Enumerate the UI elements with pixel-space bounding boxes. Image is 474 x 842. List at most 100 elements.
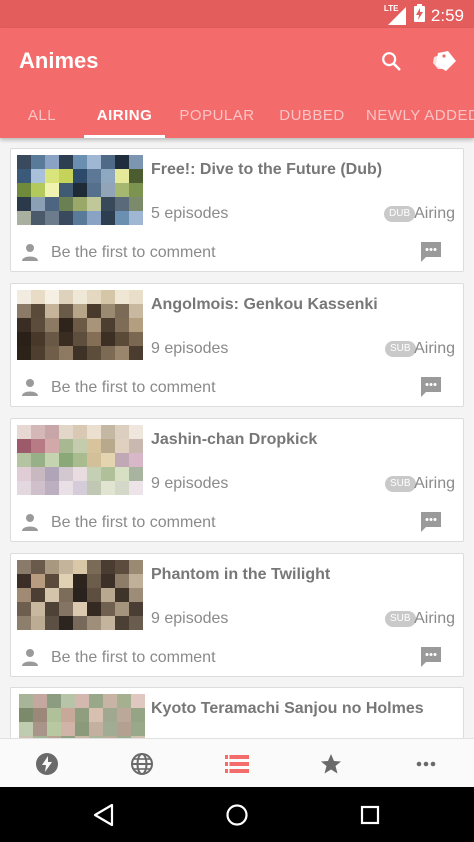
anime-thumbnail	[17, 290, 143, 360]
status-label: Airing	[414, 475, 455, 492]
tab-all[interactable]: ALL	[20, 98, 64, 138]
thumbnail-pixel	[89, 694, 103, 708]
thumbnail-pixel	[87, 211, 101, 225]
thumbnail-pixel	[73, 346, 87, 360]
thumbnail-pixel	[103, 694, 117, 708]
nav-list[interactable]	[224, 751, 250, 777]
search-button[interactable]	[376, 46, 406, 76]
thumbnail-pixel	[115, 453, 129, 467]
thumbnail-pixel	[45, 425, 59, 439]
thumbnail-pixel	[75, 722, 89, 736]
thumbnail-pixel	[45, 211, 59, 225]
thumbnail-pixel	[129, 602, 143, 616]
thumbnail-pixel	[73, 602, 87, 616]
thumbnail-pixel	[73, 588, 87, 602]
anime-title[interactable]: Phantom in the Twilight	[151, 566, 330, 584]
comment-prompt[interactable]: Be the first to comment	[51, 379, 216, 397]
thumbnail-pixel	[87, 318, 101, 332]
back-icon[interactable]	[90, 801, 118, 829]
nav-lightning[interactable]	[34, 751, 60, 777]
thumbnail-pixel	[31, 616, 45, 630]
thumbnail-pixel	[33, 694, 47, 708]
thumbnail-pixel	[75, 708, 89, 722]
recents-icon[interactable]	[356, 801, 384, 829]
thumbnail-pixel	[59, 560, 73, 574]
thumbnail-pixel	[115, 183, 129, 197]
anime-title[interactable]: Free!: Dive to the Future (Dub)	[151, 161, 382, 179]
thumbnail-pixel	[101, 467, 115, 481]
comment-icon[interactable]	[419, 375, 443, 399]
thumbnail-pixel	[129, 183, 143, 197]
list-icon	[225, 755, 249, 773]
nav-more[interactable]	[413, 751, 439, 777]
tab-dubbed[interactable]: DUBBED	[276, 98, 348, 138]
home-icon[interactable]	[223, 801, 251, 829]
thumbnail-pixel	[31, 560, 45, 574]
tab-airing[interactable]: AIRING	[84, 98, 165, 138]
tags-icon	[433, 51, 456, 71]
tags-button[interactable]	[430, 46, 460, 76]
nav-globe[interactable]	[129, 751, 155, 777]
thumbnail-pixel	[101, 616, 115, 630]
thumbnail-pixel	[61, 722, 75, 736]
thumbnail-pixel	[47, 708, 61, 722]
person-icon	[22, 649, 38, 666]
thumbnail-pixel	[73, 169, 87, 183]
thumbnail-pixel	[45, 574, 59, 588]
thumbnail-pixel	[31, 332, 45, 346]
tab-popular[interactable]: POPULAR	[176, 98, 258, 138]
comment-icon[interactable]	[419, 645, 443, 669]
thumbnail-pixel	[31, 588, 45, 602]
thumbnail-pixel	[17, 155, 31, 169]
thumbnail-pixel	[129, 481, 143, 495]
thumbnail-pixel	[129, 574, 143, 588]
search-icon	[382, 52, 401, 71]
anime-card[interactable]: Jashin-chan Dropkick 9 episodes SUB Airi…	[10, 418, 464, 542]
thumbnail-pixel	[59, 290, 73, 304]
thumbnail-pixel	[73, 211, 87, 225]
anime-card[interactable]: Phantom in the Twilight 9 episodes SUB A…	[10, 553, 464, 677]
thumbnail-pixel	[87, 453, 101, 467]
thumbnail-pixel	[73, 574, 87, 588]
comment-icon[interactable]	[419, 240, 443, 264]
comment-icon[interactable]	[419, 510, 443, 534]
thumbnail-pixel	[31, 453, 45, 467]
thumbnail-pixel	[59, 602, 73, 616]
thumbnail-pixel	[87, 332, 101, 346]
thumbnail-pixel	[59, 155, 73, 169]
thumbnail-pixel	[45, 183, 59, 197]
anime-title[interactable]: Jashin-chan Dropkick	[151, 431, 317, 449]
anime-title[interactable]: Kyoto Teramachi Sanjou no Holmes	[151, 700, 424, 718]
thumbnail-pixel	[115, 467, 129, 481]
thumbnail-pixel	[87, 602, 101, 616]
network-type: LTE	[383, 3, 399, 13]
thumbnail-pixel	[45, 318, 59, 332]
thumbnail-pixel	[101, 439, 115, 453]
tab-newly-added[interactable]: NEWLY ADDED	[366, 98, 474, 138]
anime-card[interactable]: Angolmois: Genkou Kassenki 9 episodes SU…	[10, 283, 464, 407]
thumbnail-pixel	[101, 290, 115, 304]
anime-card[interactable]: Kyoto Teramachi Sanjou no Holmes	[10, 687, 464, 738]
lte-signal-icon: LTE	[383, 3, 408, 25]
thumbnail-pixel	[87, 304, 101, 318]
episode-count: 9 episodes	[151, 610, 229, 627]
comment-prompt[interactable]: Be the first to comment	[51, 514, 216, 532]
person-icon	[22, 379, 38, 396]
comment-prompt[interactable]: Be the first to comment	[51, 649, 216, 667]
thumbnail-pixel	[129, 169, 143, 183]
anime-card[interactable]: Free!: Dive to the Future (Dub) 5 episod…	[10, 148, 464, 272]
thumbnail-pixel	[17, 290, 31, 304]
nav-favorites[interactable]	[318, 751, 344, 777]
thumbnail-pixel	[73, 332, 87, 346]
anime-list[interactable]: Free!: Dive to the Future (Dub) 5 episod…	[0, 138, 474, 738]
thumbnail-pixel	[59, 318, 73, 332]
system-navigation-bar	[0, 787, 474, 842]
thumbnail-pixel	[117, 708, 131, 722]
thumbnail-pixel	[45, 155, 59, 169]
thumbnail-pixel	[129, 346, 143, 360]
thumbnail-pixel	[115, 155, 129, 169]
thumbnail-pixel	[45, 332, 59, 346]
comment-prompt[interactable]: Be the first to comment	[51, 244, 216, 262]
anime-title[interactable]: Angolmois: Genkou Kassenki	[151, 296, 378, 314]
thumbnail-pixel	[19, 694, 33, 708]
